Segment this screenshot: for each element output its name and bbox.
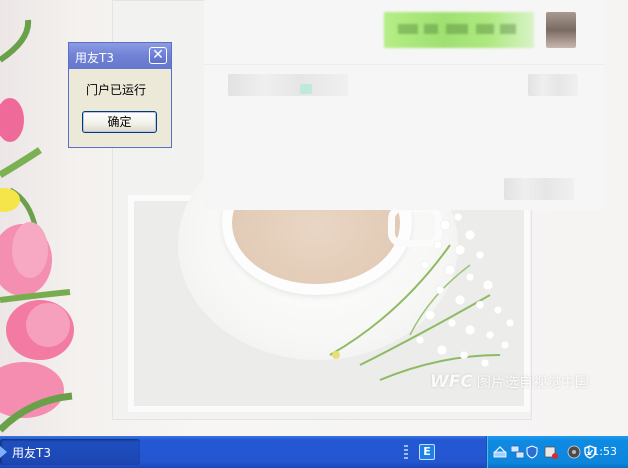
ok-button[interactable]: 确定 bbox=[82, 111, 157, 133]
task-arrow-icon bbox=[0, 446, 7, 458]
dialog-title: 用友T3 bbox=[75, 51, 114, 65]
blurred-avatar bbox=[546, 12, 576, 48]
taskbar: 用友T3 E 11:53 bbox=[0, 436, 628, 468]
watermark-logo: WFC bbox=[430, 372, 473, 392]
watermark-text: 图片选自视觉中国 bbox=[476, 375, 589, 391]
system-tray: 11:53 bbox=[486, 436, 628, 468]
quick-launch-icon[interactable]: E bbox=[419, 444, 435, 460]
dialog-message: 门户已运行 bbox=[86, 83, 147, 97]
blurred-chat-window bbox=[204, 0, 604, 210]
shield-icon[interactable] bbox=[525, 445, 539, 459]
dialog-titlebar[interactable]: 用友T3 ✕ bbox=[69, 43, 171, 69]
close-button[interactable]: ✕ bbox=[149, 47, 167, 64]
disk-icon[interactable] bbox=[544, 445, 558, 459]
taskbar-item-label: 用友T3 bbox=[12, 446, 51, 460]
toolbar-grip[interactable] bbox=[404, 445, 408, 461]
blurred-text-row bbox=[504, 178, 574, 200]
yonyou-t3-dialog: 用友T3 ✕ 门户已运行 确定 bbox=[68, 42, 172, 148]
network-activity-icon[interactable] bbox=[511, 445, 525, 459]
taskbar-item-yonyou-t3[interactable]: 用友T3 bbox=[0, 439, 140, 465]
network-icon[interactable] bbox=[493, 445, 507, 459]
overlay-divider bbox=[204, 64, 604, 65]
blurred-highlight bbox=[300, 84, 312, 94]
blurred-text-row bbox=[528, 74, 578, 96]
wallpaper-watermark: WFC 图片选自视觉中国 bbox=[430, 372, 589, 392]
close-icon: ✕ bbox=[152, 47, 164, 63]
blurred-text-row bbox=[228, 74, 348, 96]
blurred-message-bubble bbox=[384, 12, 534, 48]
speaker-icon[interactable] bbox=[567, 445, 581, 459]
taskbar-clock[interactable]: 11:53 bbox=[585, 445, 617, 458]
